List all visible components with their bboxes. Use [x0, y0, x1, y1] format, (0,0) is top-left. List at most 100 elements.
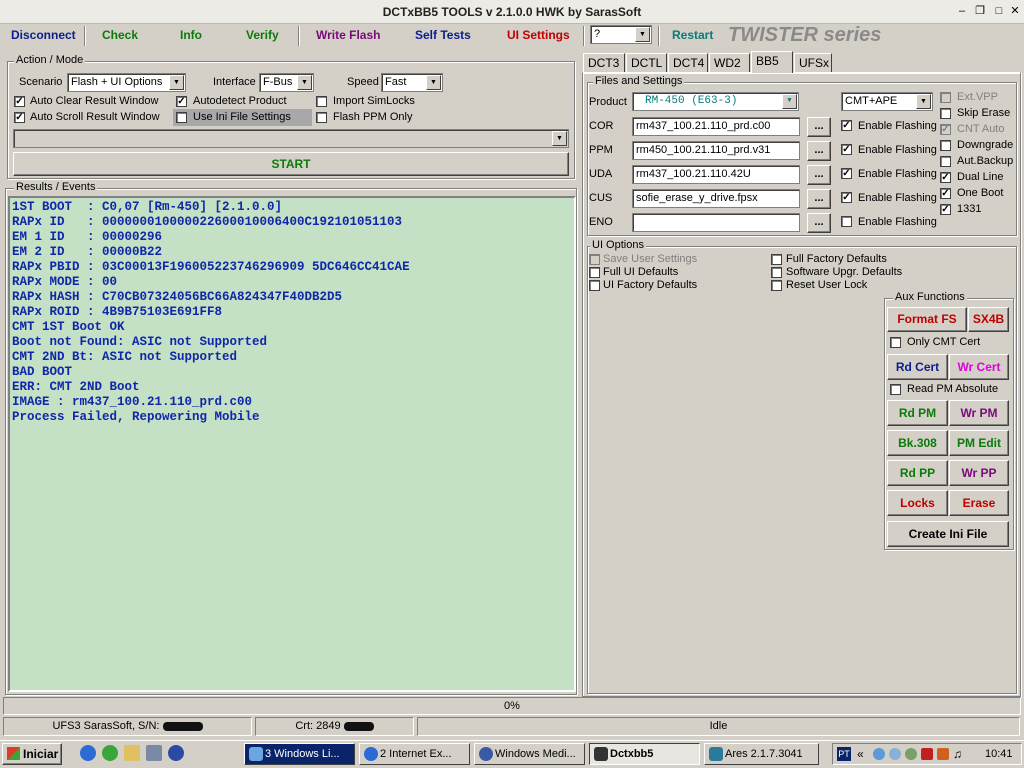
ppm-file-input[interactable]: rm450_100.21.110_prd.v31 [632, 141, 800, 160]
rd-cert-button[interactable]: Rd Cert [887, 354, 948, 380]
task-internet-explorer[interactable]: 2 Internet Ex... [359, 743, 470, 765]
1331-checkbox[interactable]: ✓ [940, 204, 951, 215]
product-select[interactable]: RM-450 (E63-3) ▼ [632, 92, 799, 111]
full-ui-defaults-checkbox[interactable] [589, 267, 600, 278]
ui-settings-button[interactable]: UI Settings [507, 28, 570, 42]
tab-dctl[interactable]: DCTL [626, 53, 667, 72]
volume-icon[interactable]: ♫ [953, 747, 962, 761]
software-upgr-defaults-checkbox[interactable] [771, 267, 782, 278]
messenger-tray-icon[interactable] [905, 748, 917, 760]
restart-button[interactable]: Restart [672, 28, 713, 42]
uda-file-input[interactable]: rm437_100.21.110.42U [632, 165, 800, 184]
ppm-enable-flashing-checkbox[interactable]: ✓ [841, 144, 852, 155]
eno-file-input[interactable] [632, 213, 800, 232]
media-quicklaunch-icon[interactable] [168, 745, 184, 761]
sx4b-button[interactable]: SX4B [968, 307, 1009, 332]
check-button[interactable]: Check [102, 28, 138, 42]
rd-pm-button[interactable]: Rd PM [887, 400, 948, 426]
cus-enable-flashing-checkbox[interactable]: ✓ [841, 192, 852, 203]
scenario-detail-select[interactable]: ▼ [13, 129, 569, 148]
format-fs-button[interactable]: Format FS [887, 307, 967, 332]
eno-browse-button[interactable]: ... [807, 213, 831, 233]
save-user-settings-checkbox[interactable] [589, 254, 600, 265]
cus-browse-button[interactable]: ... [807, 189, 831, 209]
app-tray-icon[interactable] [937, 748, 949, 760]
cnt-auto-checkbox[interactable]: ✓ [940, 124, 951, 135]
cor-enable-flashing-checkbox[interactable]: ✓ [841, 120, 852, 131]
results-log[interactable]: 1ST BOOT : C0,07 [Rm-450] [2.1.0.0] RAPx … [8, 196, 576, 692]
result-line: EM 1 ID : 00000296 [12, 230, 163, 244]
ext-vpp-checkbox[interactable] [940, 92, 951, 103]
tab-dct3[interactable]: DCT3 [583, 53, 625, 72]
folder-quicklaunch-icon[interactable] [124, 745, 140, 761]
language-indicator[interactable]: PT [837, 747, 851, 761]
self-tests-button[interactable]: Self Tests [415, 28, 471, 42]
one-boot-checkbox[interactable]: ✓ [940, 188, 951, 199]
only-cmt-cert-checkbox[interactable] [890, 337, 901, 348]
erase-button[interactable]: Erase [949, 490, 1009, 516]
scenario-select[interactable]: Flash + UI Options ▼ [67, 73, 186, 92]
tab-bb5[interactable]: BB5 [751, 51, 793, 73]
write-flash-button[interactable]: Write Flash [316, 28, 380, 42]
result-line: RAPx HASH : C70CB07324056BC66A824347F40D… [12, 290, 343, 304]
cmt-mode-select[interactable]: CMT+APE ▼ [841, 92, 933, 111]
create-ini-file-button[interactable]: Create Ini File [887, 521, 1009, 547]
ui-factory-defaults-checkbox[interactable] [589, 280, 600, 291]
task-dctxbb5[interactable]: Dctxbb5 [589, 743, 700, 765]
skip-erase-checkbox[interactable] [940, 108, 951, 119]
flash-ppm-only-checkbox[interactable] [316, 112, 327, 123]
wr-pm-button[interactable]: Wr PM [949, 400, 1009, 426]
wr-pp-button[interactable]: Wr PP [949, 460, 1009, 486]
locks-button[interactable]: Locks [887, 490, 948, 516]
tab-dct4[interactable]: DCT4 [668, 53, 708, 72]
disconnect-button[interactable]: Disconnect [11, 28, 76, 42]
reset-user-lock-checkbox[interactable] [771, 280, 782, 291]
close-button[interactable]: ✕ [1007, 4, 1023, 19]
dual-line-checkbox[interactable]: ✓ [940, 172, 951, 183]
cor-browse-button[interactable]: ... [807, 117, 831, 137]
interface-select[interactable]: F-Bus ▼ [259, 73, 314, 92]
desktop-quicklaunch-icon[interactable] [146, 745, 162, 761]
read-pm-absolute-checkbox[interactable] [890, 384, 901, 395]
uda-browse-button[interactable]: ... [807, 165, 831, 185]
import-simlocks-checkbox[interactable] [316, 96, 327, 107]
auto-clear-checkbox[interactable]: ✓ [14, 96, 25, 107]
tab-ufsx[interactable]: UFSx [794, 53, 832, 72]
cor-file-input[interactable]: rm437_100.21.110_prd.c00 [632, 117, 800, 136]
eno-enable-flashing-checkbox[interactable] [841, 216, 852, 227]
tray-expand-icon[interactable]: « [857, 747, 864, 761]
wr-cert-button[interactable]: Wr Cert [949, 354, 1009, 380]
task-windows-live[interactable]: 3 Windows Li... [244, 743, 355, 765]
rd-pp-button[interactable]: Rd PP [887, 460, 948, 486]
task-internet-explorer-label: 2 Internet Ex... [380, 748, 452, 760]
auto-scroll-checkbox[interactable]: ✓ [14, 112, 25, 123]
start-button[interactable]: START [13, 152, 569, 176]
verify-button[interactable]: Verify [246, 28, 279, 42]
cus-file-input[interactable]: sofie_erase_y_drive.fpsx [632, 189, 800, 208]
tab-wd2[interactable]: WD2 [709, 53, 750, 72]
maximize-button[interactable]: □ [991, 4, 1007, 19]
chevron-down-icon: ▼ [426, 75, 441, 90]
ie-quicklaunch-icon[interactable] [80, 745, 96, 761]
full-factory-defaults-checkbox[interactable] [771, 254, 782, 265]
restore-button[interactable]: ❐ [972, 4, 988, 19]
minimize-button[interactable]: – [954, 4, 970, 19]
toolbar-select[interactable]: ? ▼ [590, 25, 652, 44]
start-menu-button[interactable]: Iniciar [2, 743, 62, 765]
network-icon[interactable] [889, 748, 901, 760]
bk308-button[interactable]: Bk.308 [887, 430, 948, 456]
network-icon[interactable] [873, 748, 885, 760]
info-button[interactable]: Info [180, 28, 202, 42]
downgrade-checkbox[interactable] [940, 140, 951, 151]
uda-enable-flashing-checkbox[interactable]: ✓ [841, 168, 852, 179]
autodetect-checkbox[interactable]: ✓ [176, 96, 187, 107]
messenger-quicklaunch-icon[interactable] [102, 745, 118, 761]
aut-backup-checkbox[interactable] [940, 156, 951, 167]
task-windows-media[interactable]: Windows Medi... [474, 743, 585, 765]
use-ini-checkbox[interactable] [176, 112, 187, 123]
antivirus-icon[interactable] [921, 748, 933, 760]
ppm-browse-button[interactable]: ... [807, 141, 831, 161]
pm-edit-button[interactable]: PM Edit [949, 430, 1009, 456]
speed-select[interactable]: Fast ▼ [381, 73, 443, 92]
task-ares[interactable]: Ares 2.1.7.3041 [704, 743, 819, 765]
